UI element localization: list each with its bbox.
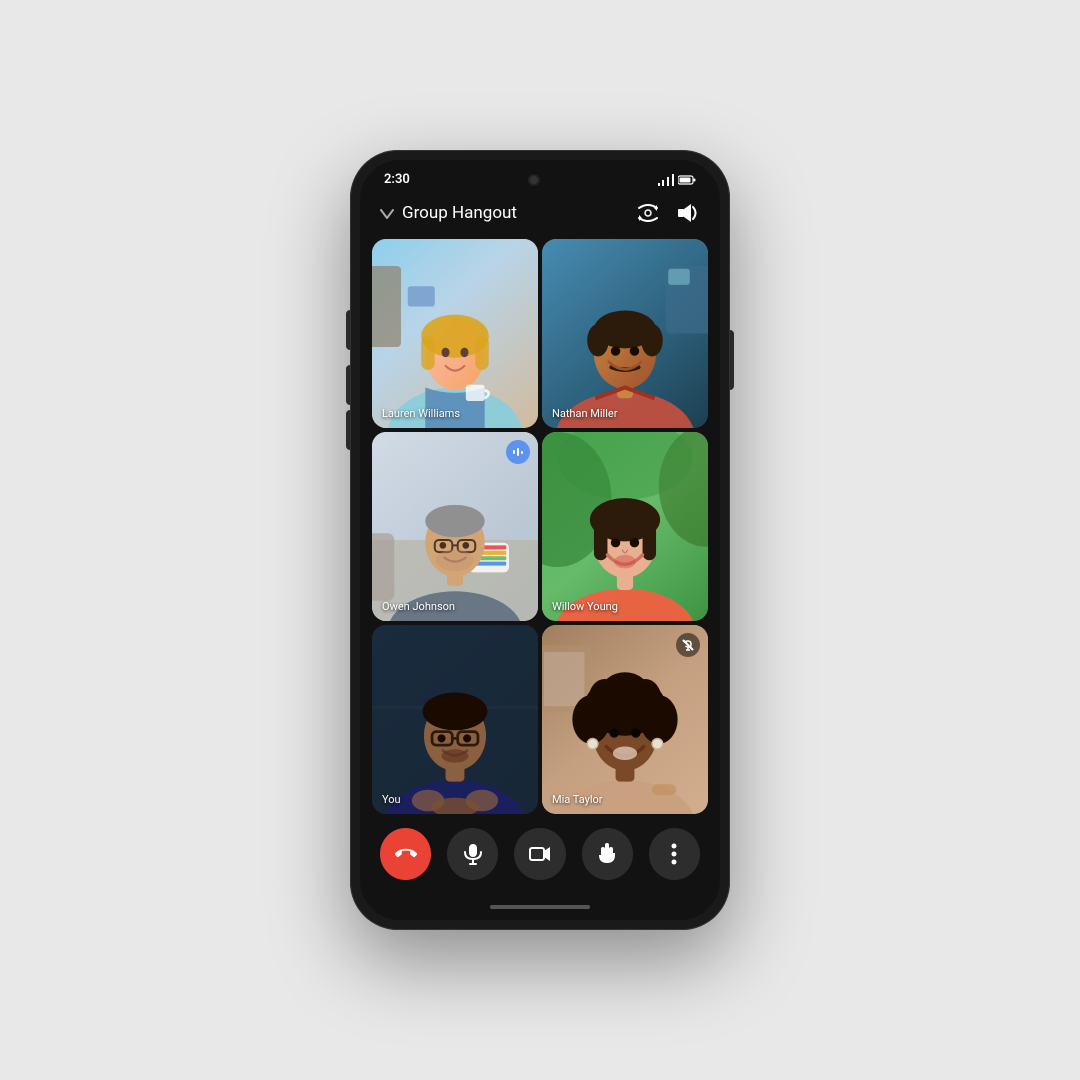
speaking-indicator-owen xyxy=(506,440,530,464)
signal-icon xyxy=(658,174,674,186)
status-time: 2:30 xyxy=(384,172,410,187)
call-title: Group Hangout xyxy=(402,203,517,223)
end-call-button[interactable] xyxy=(380,828,431,880)
participant-name-owen: Owen Johnson xyxy=(382,600,455,613)
status-icons xyxy=(658,174,696,186)
more-options-button[interactable] xyxy=(649,828,700,880)
call-header: Group Hangout xyxy=(360,191,720,239)
phone-device: 2:30 xyxy=(350,150,730,930)
home-indicator xyxy=(360,900,720,920)
call-title-area: Group Hangout xyxy=(380,203,517,223)
chevron-down-icon[interactable] xyxy=(380,204,394,223)
muted-indicator-mia xyxy=(676,633,700,657)
home-bar xyxy=(490,905,590,909)
flip-camera-icon[interactable] xyxy=(636,201,660,225)
video-tile-mia[interactable]: Mia Taylor xyxy=(542,625,708,814)
video-grid: Lauren Williams xyxy=(360,239,720,814)
participant-name-lauren: Lauren Williams xyxy=(382,407,460,420)
battery-icon xyxy=(678,175,696,185)
participant-name-mia: Mia Taylor xyxy=(552,793,603,806)
speaker-icon[interactable] xyxy=(676,201,700,225)
call-controls xyxy=(360,814,720,900)
call-header-actions xyxy=(636,201,700,225)
video-tile-lauren[interactable]: Lauren Williams xyxy=(372,239,538,428)
status-bar: 2:30 xyxy=(360,160,720,191)
participant-name-you: You xyxy=(382,793,401,806)
video-tile-you[interactable]: You xyxy=(372,625,538,814)
mute-button[interactable] xyxy=(447,828,498,880)
video-tile-nathan[interactable]: Nathan Miller xyxy=(542,239,708,428)
raise-hand-button[interactable] xyxy=(582,828,633,880)
participant-name-willow: Willow Young xyxy=(552,600,618,613)
video-button[interactable] xyxy=(514,828,565,880)
camera-notch xyxy=(528,174,540,186)
video-tile-willow[interactable]: Willow Young xyxy=(542,432,708,621)
video-tile-owen[interactable]: Owen Johnson xyxy=(372,432,538,621)
phone-screen: 2:30 xyxy=(360,160,720,920)
participant-name-nathan: Nathan Miller xyxy=(552,407,617,420)
